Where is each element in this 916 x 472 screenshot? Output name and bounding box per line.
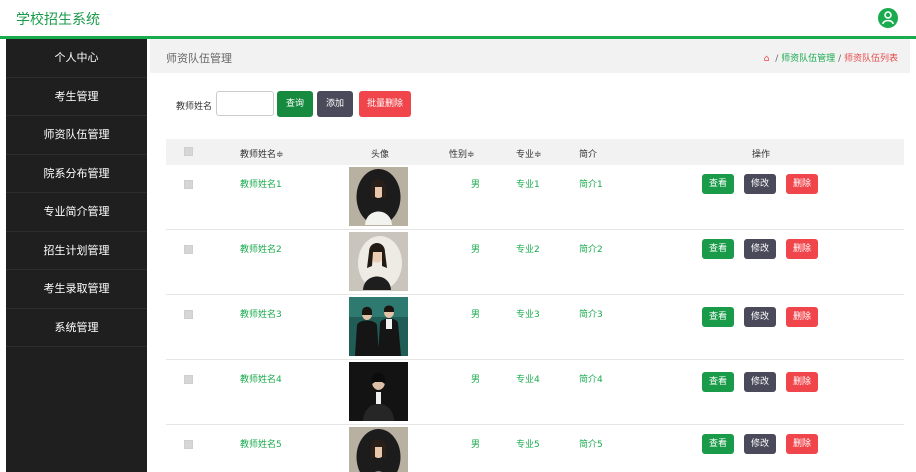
sidebar: 个人中心 考生管理 师资队伍管理 院系分布管理 专业简介管理 招生计划管理 考生… xyxy=(6,39,147,472)
edit-button[interactable]: 修改 xyxy=(744,239,776,259)
delete-button[interactable]: 删除 xyxy=(786,239,818,259)
teacher-intro: 简介3 xyxy=(579,310,603,320)
sidebar-item-faculty[interactable]: 师资队伍管理 xyxy=(6,116,147,155)
teacher-gender: 男 xyxy=(471,440,481,450)
edit-button[interactable]: 修改 xyxy=(744,307,776,327)
user-avatar-button[interactable] xyxy=(878,8,898,28)
delete-button[interactable]: 删除 xyxy=(786,307,818,327)
edit-button[interactable]: 修改 xyxy=(744,174,776,194)
column-teacher-name[interactable]: 教师姓名≑ xyxy=(240,147,284,160)
row-checkbox[interactable] xyxy=(184,180,193,189)
teacher-major: 专业3 xyxy=(516,310,540,320)
delete-button[interactable]: 删除 xyxy=(786,434,818,454)
column-photo: 头像 xyxy=(371,150,390,160)
teacher-name-input[interactable] xyxy=(216,91,274,116)
batch-delete-button[interactable]: 批量删除 xyxy=(359,91,411,117)
view-button[interactable]: 查看 xyxy=(702,307,734,327)
row-checkbox[interactable] xyxy=(184,375,193,384)
teacher-name: 教师姓名2 xyxy=(240,245,282,255)
teacher-photo xyxy=(349,297,408,356)
teacher-major: 专业5 xyxy=(516,440,540,450)
edit-button[interactable]: 修改 xyxy=(744,372,776,392)
teacher-intro: 简介2 xyxy=(579,245,603,255)
row-checkbox[interactable] xyxy=(184,245,193,254)
column-gender[interactable]: 性别≑ xyxy=(449,147,475,160)
teacher-intro: 简介4 xyxy=(579,375,603,385)
table-header: 教师姓名≑ 头像 性别≑ 专业≑ 简介 操作 xyxy=(166,139,904,165)
column-major[interactable]: 专业≑ xyxy=(516,147,542,160)
teacher-gender: 男 xyxy=(471,310,481,320)
teacher-name: 教师姓名5 xyxy=(240,440,282,450)
delete-button[interactable]: 删除 xyxy=(786,174,818,194)
sidebar-item-system[interactable]: 系统管理 xyxy=(6,309,147,347)
page-header: 师资队伍管理 ⌂ / 师资队伍管理 / 师资队伍列表 xyxy=(150,39,910,73)
row-checkbox[interactable] xyxy=(184,440,193,449)
breadcrumb: ⌂ / 师资队伍管理 / 师资队伍列表 xyxy=(764,51,898,64)
edit-button[interactable]: 修改 xyxy=(744,434,776,454)
teacher-name: 教师姓名3 xyxy=(240,310,282,320)
column-actions: 操作 xyxy=(752,150,771,160)
view-button[interactable]: 查看 xyxy=(702,174,734,194)
delete-button[interactable]: 删除 xyxy=(786,372,818,392)
teacher-intro: 简介1 xyxy=(579,180,603,190)
table-row: 教师姓名5 男 专业5 简介5 查看 修改 删除 xyxy=(166,425,904,472)
teacher-gender: 男 xyxy=(471,180,481,190)
table-row: 教师姓名4 男 专业4 简介4 查看 修改 删除 xyxy=(166,360,904,425)
view-button[interactable]: 查看 xyxy=(702,239,734,259)
home-icon[interactable]: ⌂ xyxy=(764,54,770,64)
breadcrumb-separator: / xyxy=(775,54,779,64)
teacher-name: 教师姓名1 xyxy=(240,180,282,190)
table-row: 教师姓名2 男 专业2 简介2 查看 修改 删除 xyxy=(166,230,904,295)
breadcrumb-faculty[interactable]: 师资队伍管理 xyxy=(781,54,835,64)
sidebar-item-enrollment-plan[interactable]: 招生计划管理 xyxy=(6,232,147,270)
teacher-photo xyxy=(349,167,408,226)
user-icon xyxy=(882,11,894,25)
sidebar-item-admissions[interactable]: 考生录取管理 xyxy=(6,270,147,309)
page-title: 师资队伍管理 xyxy=(166,52,232,65)
teacher-photo xyxy=(349,362,408,421)
teacher-intro: 简介5 xyxy=(579,440,603,450)
main-content: 师资队伍管理 ⌂ / 师资队伍管理 / 师资队伍列表 教师姓名 查询 添加 批量… xyxy=(150,39,916,472)
table-row: 教师姓名3 男 专业3 简介3 查看 修改 删除 xyxy=(166,295,904,360)
view-button[interactable]: 查看 xyxy=(702,372,734,392)
sidebar-item-personal-center[interactable]: 个人中心 xyxy=(6,39,147,78)
select-all-checkbox[interactable] xyxy=(184,147,193,156)
teacher-major: 专业2 xyxy=(516,245,540,255)
sidebar-item-students[interactable]: 考生管理 xyxy=(6,78,147,116)
breadcrumb-faculty-list: 师资队伍列表 xyxy=(843,54,898,64)
teacher-name-label: 教师姓名 xyxy=(176,102,213,112)
row-checkbox[interactable] xyxy=(184,310,193,319)
teacher-major: 专业1 xyxy=(516,180,540,190)
sidebar-item-departments[interactable]: 院系分布管理 xyxy=(6,155,147,193)
view-button[interactable]: 查看 xyxy=(702,434,734,454)
teacher-photo xyxy=(349,427,408,472)
app-title: 学校招生系统 xyxy=(16,12,100,28)
search-button[interactable]: 查询 xyxy=(277,91,313,117)
column-intro: 简介 xyxy=(579,150,598,160)
teacher-major: 专业4 xyxy=(516,375,540,385)
top-bar: 学校招生系统 xyxy=(0,0,916,36)
teacher-gender: 男 xyxy=(471,375,481,385)
teacher-photo xyxy=(349,232,408,291)
teacher-name: 教师姓名4 xyxy=(240,375,282,385)
table-row: 教师姓名1 男 专业1 简介1 查看 修改 删除 xyxy=(166,165,904,230)
breadcrumb-separator: / xyxy=(838,54,842,64)
add-button[interactable]: 添加 xyxy=(317,91,353,117)
teacher-gender: 男 xyxy=(471,245,481,255)
sidebar-item-majors[interactable]: 专业简介管理 xyxy=(6,193,147,232)
